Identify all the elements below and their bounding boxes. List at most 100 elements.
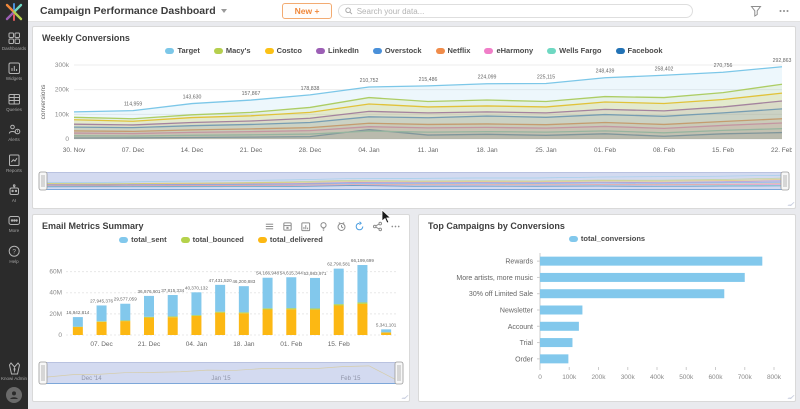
help-icon: ? xyxy=(8,245,21,258)
sidebar-item-label: Dashboards xyxy=(2,46,26,51)
bar-chart-icon[interactable] xyxy=(300,221,311,232)
svg-text:300k: 300k xyxy=(55,62,70,69)
legend-item-facebook[interactable]: Facebook xyxy=(616,46,663,55)
svg-text:01. Feb: 01. Feb xyxy=(280,341,302,348)
resize-handle[interactable] xyxy=(401,395,408,399)
sidebar-item-label: Widgets xyxy=(6,76,22,81)
legend-item-target[interactable]: Target xyxy=(165,46,199,55)
new-button[interactable]: New + xyxy=(282,3,333,19)
sidebar-item-queries[interactable]: Queries xyxy=(0,93,28,112)
legend-label: total_sent xyxy=(131,235,166,244)
legend-item-macy-s[interactable]: Macy's xyxy=(214,46,251,55)
reports-icon xyxy=(8,154,21,167)
filter-icon[interactable] xyxy=(750,5,762,17)
svg-text:114,959: 114,959 xyxy=(124,102,142,108)
svg-text:16,942,814: 16,942,814 xyxy=(66,310,89,315)
svg-text:18. Jan: 18. Jan xyxy=(233,341,255,348)
svg-text:62,790,581: 62,790,581 xyxy=(327,262,350,267)
legend-item-total-delivered[interactable]: total_delivered xyxy=(258,235,323,244)
weekly-conversions-chart[interactable]: 0100k200k300kconversions30. Nov07. Dec14… xyxy=(36,57,792,169)
legend-item-wells-fargo[interactable]: Wells Fargo xyxy=(547,46,601,55)
svg-text:53,983,971: 53,983,971 xyxy=(304,271,327,276)
svg-text:143,630: 143,630 xyxy=(183,95,202,101)
legend-item-costco[interactable]: Costco xyxy=(265,46,302,55)
refresh-icon[interactable] xyxy=(354,221,365,232)
topbar: Campaign Performance Dashboard New + xyxy=(28,0,800,22)
legend-item-netflix[interactable]: Netflix xyxy=(436,46,471,55)
chevron-down-icon[interactable] xyxy=(221,9,227,13)
svg-text:Rewards: Rewards xyxy=(505,259,533,266)
svg-text:27,945,376: 27,945,376 xyxy=(90,298,113,303)
resize-handle[interactable] xyxy=(787,202,794,206)
sidebar-item-widgets[interactable]: Widgets xyxy=(0,62,28,81)
panel-top-campaigns: Top Campaigns by Conversions total_conve… xyxy=(418,214,796,402)
more-icon[interactable] xyxy=(390,221,401,232)
resize-handle[interactable] xyxy=(787,395,794,399)
user-avatar[interactable] xyxy=(6,387,22,403)
svg-text:15. Feb: 15. Feb xyxy=(328,341,350,348)
page-title: Campaign Performance Dashboard xyxy=(40,5,216,17)
legend-item-eharmony[interactable]: eHarmony xyxy=(484,46,533,55)
legend-swatch xyxy=(165,48,174,54)
panel-weekly-conversions: Weekly Conversions Target Macy's Costco Lin… xyxy=(32,26,796,209)
svg-text:258,402: 258,402 xyxy=(655,66,674,72)
svg-text:Jan '15: Jan '15 xyxy=(211,376,231,382)
legend-item-total-conversions[interactable]: total_conversions xyxy=(569,234,645,243)
svg-text:01. Feb: 01. Feb xyxy=(594,147,616,154)
share-icon[interactable] xyxy=(372,221,383,232)
svg-text:More artists, more music: More artists, more music xyxy=(456,275,533,282)
email-range-navigator[interactable]: Dec '14Jan '15Feb '15 xyxy=(36,361,406,385)
queries-icon xyxy=(8,93,21,106)
svg-text:225,115: 225,115 xyxy=(537,74,555,80)
legend-item-linkedin[interactable]: LinkedIn xyxy=(316,46,359,55)
knowi-logo[interactable] xyxy=(4,2,24,22)
svg-text:46,200,883: 46,200,883 xyxy=(232,279,255,284)
svg-text:14. Dec: 14. Dec xyxy=(181,147,204,154)
sidebar-item-reports[interactable]: Reports xyxy=(0,154,28,173)
legend-swatch xyxy=(119,237,128,243)
svg-text:Newsletter: Newsletter xyxy=(500,308,534,315)
sidebar-item-ai[interactable]: AI xyxy=(0,184,28,203)
legend-swatch xyxy=(484,48,493,54)
sidebar-item-dashboards[interactable]: Dashboards xyxy=(0,32,28,51)
svg-text:200k: 200k xyxy=(591,374,606,381)
sidebar-item-help[interactable]: ?Help xyxy=(0,245,28,264)
sidebar-item-alerts[interactable]: Alerts xyxy=(0,123,28,142)
legend-item-total-bounced[interactable]: total_bounced xyxy=(181,235,244,244)
legend-label: Facebook xyxy=(628,46,663,55)
top-campaigns-chart[interactable]: RewardsMore artists, more music30% off L… xyxy=(422,245,792,393)
ai-icon xyxy=(8,184,21,197)
sidebar-item-label: Knowi Admin xyxy=(1,376,27,381)
search-bar[interactable] xyxy=(338,4,693,18)
weekly-legend: Target Macy's Costco LinkedIn Overstock Netfl… xyxy=(33,46,795,55)
panel-title: Weekly Conversions xyxy=(33,27,795,43)
more-icon[interactable] xyxy=(778,5,790,17)
sidebar-item-knowi-admin[interactable]: Knowi Admin xyxy=(0,362,28,381)
sidebar-item-more[interactable]: More xyxy=(0,214,28,233)
legend-item-overstock[interactable]: Overstock xyxy=(373,46,422,55)
search-input[interactable] xyxy=(357,7,686,16)
svg-text:600k: 600k xyxy=(708,374,723,381)
svg-text:0: 0 xyxy=(58,332,62,339)
legend-label: total_bounced xyxy=(193,235,244,244)
menu-icon[interactable] xyxy=(264,221,275,232)
bulb-icon[interactable] xyxy=(318,221,329,232)
legend-item-total-sent[interactable]: total_sent xyxy=(119,235,166,244)
legend-swatch xyxy=(316,48,325,54)
svg-text:22. Feb: 22. Feb xyxy=(771,147,792,154)
svg-text:54,166,948: 54,166,948 xyxy=(256,271,279,276)
sidebar-item-label: More xyxy=(9,228,19,233)
svg-text:36,976,901: 36,976,901 xyxy=(138,289,161,294)
email-metrics-chart[interactable]: 020M40M60M16,942,81427,945,37629,577,059… xyxy=(36,245,406,361)
svg-text:5,341,101: 5,341,101 xyxy=(376,322,397,327)
panel-title: Email Metrics Summary xyxy=(33,215,144,231)
weekly-range-navigator[interactable] xyxy=(36,171,792,191)
svg-text:210,752: 210,752 xyxy=(360,78,379,84)
history-clock-icon[interactable] xyxy=(336,221,347,232)
svg-text:215,486: 215,486 xyxy=(419,77,438,83)
svg-text:20M: 20M xyxy=(49,311,62,318)
svg-text:Account: Account xyxy=(508,324,533,331)
export-table-icon[interactable] xyxy=(282,221,293,232)
sidebar-item-label: Queries xyxy=(6,107,22,112)
legend-label: Costco xyxy=(277,46,302,55)
